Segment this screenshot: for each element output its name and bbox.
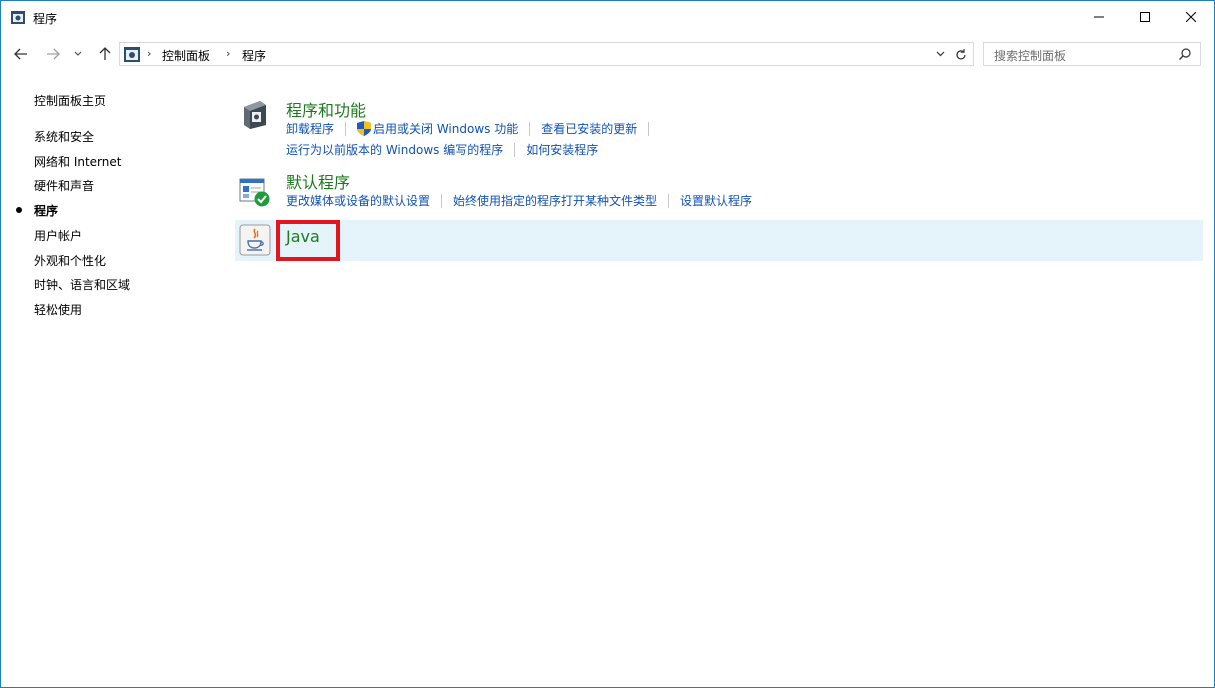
breadcrumb-control-panel[interactable]: 控制面板 (162, 47, 210, 64)
arrow-right-icon (47, 48, 60, 60)
arrow-up-icon (99, 47, 111, 60)
sidebar-item-programs[interactable]: 程序 (34, 202, 58, 219)
java-cup-icon (239, 224, 271, 256)
close-icon (1186, 12, 1196, 22)
chevron-down-icon (74, 51, 82, 56)
sidebar-item-system-security[interactable]: 系统和安全 (34, 128, 94, 145)
title-bar: 程序 (1, 1, 1214, 33)
default-programs-title[interactable]: 默认程序 (286, 169, 350, 193)
control-panel-icon (11, 11, 25, 24)
programs-features-links-row1: 卸载程序 启用或关闭 Windows 功能 查看已安装的更新 (286, 120, 660, 137)
refresh-button[interactable] (952, 45, 970, 63)
up-button[interactable] (95, 44, 115, 64)
how-to-install-link[interactable]: 如何安装程序 (526, 141, 598, 158)
sidebar-item-hardware-sound[interactable]: 硬件和声音 (34, 177, 94, 194)
sidebar-item-user-accounts[interactable]: 用户帐户 (34, 227, 82, 244)
search-icon[interactable] (1178, 47, 1192, 61)
programs-features-icon (244, 101, 266, 129)
link-separator (441, 193, 443, 208)
minimize-button[interactable] (1076, 1, 1122, 33)
default-programs-links: 更改媒体或设备的默认设置 始终使用指定的程序打开某种文件类型 设置默认程序 (286, 192, 752, 209)
active-bullet-icon (16, 207, 22, 213)
arrow-left-icon (14, 48, 27, 60)
forward-button[interactable] (43, 44, 63, 64)
breadcrumb-programs[interactable]: 程序 (242, 47, 266, 64)
category-java[interactable]: Java (235, 220, 1203, 261)
link-separator (529, 121, 531, 136)
back-button[interactable] (11, 44, 31, 64)
navigation-bar: › 控制面板 › 程序 搜索控制面板 (1, 37, 1214, 71)
sidebar: 控制面板主页 系统和安全 网络和 Internet 硬件和声音 程序 用户帐户 … (1, 81, 231, 481)
highlight-annotation-box (276, 220, 340, 261)
autoplay-settings-link[interactable]: 更改媒体或设备的默认设置 (286, 192, 430, 209)
sidebar-item-ease-of-access[interactable]: 轻松使用 (34, 301, 82, 318)
uac-shield-icon (357, 121, 372, 136)
windows-features-link[interactable]: 启用或关闭 Windows 功能 (373, 120, 518, 137)
link-separator (668, 193, 670, 208)
close-button[interactable] (1168, 1, 1214, 33)
search-input[interactable]: 搜索控制面板 (983, 42, 1201, 66)
address-bar[interactable]: › 控制面板 › 程序 (119, 42, 974, 66)
maximize-button[interactable] (1122, 1, 1168, 33)
uninstall-program-link[interactable]: 卸载程序 (286, 120, 334, 137)
programs-features-title[interactable]: 程序和功能 (286, 97, 366, 121)
chevron-down-icon (936, 51, 944, 57)
link-separator (514, 142, 516, 157)
control-panel-icon (124, 47, 140, 62)
compatibility-link[interactable]: 运行为以前版本的 Windows 编写的程序 (286, 141, 503, 158)
maximize-icon (1140, 12, 1150, 22)
recent-locations-button[interactable] (71, 44, 85, 64)
main-content: 程序和功能 卸载程序 启用或关闭 Windows 功能 查看已安装的更新 运行为… (235, 87, 1203, 267)
search-placeholder: 搜索控制面板 (994, 49, 1067, 63)
set-default-programs-link[interactable]: 设置默认程序 (680, 192, 752, 209)
breadcrumb-separator-icon: › (226, 47, 231, 60)
refresh-icon (956, 48, 966, 59)
sidebar-item-appearance[interactable]: 外观和个性化 (34, 252, 106, 269)
control-panel-window: 程序 › 控制面板 › 程序 搜索控制面板 控制面板主页 系统和安全 网络和 I… (0, 0, 1215, 688)
link-separator (345, 121, 347, 136)
minimize-icon (1094, 16, 1104, 18)
link-separator (648, 121, 650, 136)
sidebar-item-clock-region[interactable]: 时钟、语言和区域 (34, 276, 130, 293)
window-title: 程序 (33, 12, 58, 26)
default-programs-icon (239, 178, 270, 207)
programs-features-links-row2: 运行为以前版本的 Windows 编写的程序 如何安装程序 (286, 141, 598, 158)
file-association-link[interactable]: 始终使用指定的程序打开某种文件类型 (453, 192, 657, 209)
sidebar-item-network-internet[interactable]: 网络和 Internet (34, 153, 121, 170)
sidebar-home-link[interactable]: 控制面板主页 (34, 92, 106, 109)
view-installed-updates-link[interactable]: 查看已安装的更新 (541, 120, 637, 137)
breadcrumb-separator-icon: › (147, 47, 152, 60)
address-history-button[interactable] (932, 46, 948, 62)
